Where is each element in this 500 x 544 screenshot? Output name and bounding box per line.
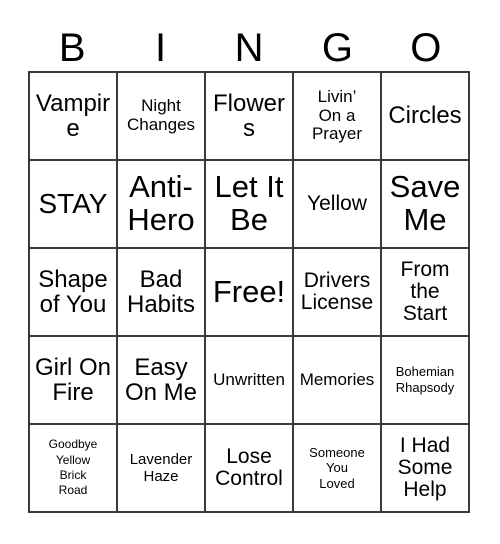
- bingo-cell-label: Lose Control: [215, 444, 283, 490]
- bingo-cell-r2c3[interactable]: Let It Be: [206, 161, 294, 249]
- bingo-cell-r1c4[interactable]: Livin’ On a Prayer: [294, 73, 382, 161]
- bingo-grid: Vampire Night Changes Flowers Livin’ On aP…: [28, 71, 470, 513]
- bingo-cell-label: Night Changes: [126, 96, 196, 134]
- bingo-cell-label: Vampire: [35, 89, 111, 142]
- bingo-cell-label: Bohemian Rhapsody: [395, 364, 455, 395]
- bingo-cell-r5c1[interactable]: Goodbye Yellow Brick Road: [30, 425, 118, 513]
- bingo-cell-label: Lavender Haze: [129, 450, 193, 485]
- bingo-cell-label: Circles: [388, 102, 462, 130]
- bingo-cell-r5c3[interactable]: Lose Control: [206, 425, 294, 513]
- bingo-cell-label: Unwritten: [213, 369, 285, 389]
- bingo-cell-r2c4[interactable]: Yellow: [294, 161, 382, 249]
- bingo-cell-label: Let It Be: [214, 169, 284, 237]
- bingo-cell-label: Livin’ On a Prayer: [311, 86, 363, 144]
- bingo-cell-r1c3[interactable]: Flowers: [206, 73, 294, 161]
- bingo-cell-r1c5[interactable]: Circles: [382, 73, 470, 161]
- bingo-cell-r4c3[interactable]: Unwritten: [206, 337, 294, 425]
- bingo-cell-label: Drivers License: [300, 268, 374, 314]
- bingo-header-letter-g: G: [321, 26, 353, 70]
- bingo-cell-r5c5[interactable]: I Had Some Help: [382, 425, 470, 513]
- bingo-cell-label: STAY: [38, 188, 108, 220]
- bingo-header-letter-o: O: [410, 26, 442, 70]
- bingo-cell-label: I Had Some Help: [397, 433, 453, 502]
- bingo-cell-label: Shape of You: [38, 265, 108, 318]
- bingo-cell-free-space[interactable]: Free!: [206, 249, 294, 337]
- bingo-cell-r5c2[interactable]: Lavender Haze: [118, 425, 206, 513]
- bingo-cell-label: From the Start: [400, 257, 450, 326]
- bingo-cell-r4c2[interactable]: Easy On Me: [118, 337, 206, 425]
- bingo-cell-r1c1[interactable]: Vampire: [30, 73, 118, 161]
- bingo-cell-label: Goodbye Yellow Brick Road: [48, 437, 98, 498]
- bingo-cell-label: Anti- Hero: [127, 169, 195, 237]
- bingo-cell-r4c5[interactable]: Bohemian Rhapsody: [382, 337, 470, 425]
- bingo-cell-label: Someone You Loved: [309, 444, 365, 491]
- bingo-cell-r5c4[interactable]: Someone You Loved: [294, 425, 382, 513]
- bingo-card: B I N G O Vampire Night Changes Flowers L…: [0, 0, 500, 544]
- bingo-cell-label: Save Me: [389, 169, 461, 237]
- bingo-cell-r3c1[interactable]: Shape of You: [30, 249, 118, 337]
- bingo-cell-r4c4[interactable]: Memories: [294, 337, 382, 425]
- bingo-cell-r2c2[interactable]: Anti- Hero: [118, 161, 206, 249]
- bingo-cell-r3c4[interactable]: Drivers License: [294, 249, 382, 337]
- bingo-cell-label: Memories: [299, 369, 375, 389]
- bingo-cell-r2c5[interactable]: Save Me: [382, 161, 470, 249]
- bingo-cell-r4c1[interactable]: Girl On Fire: [30, 337, 118, 425]
- bingo-cell-label: Girl On Fire: [34, 353, 111, 406]
- bingo-header-row: B I N G O: [28, 16, 470, 70]
- bingo-cell-label: Easy On Me: [124, 353, 198, 406]
- bingo-header-letter-b: B: [58, 26, 86, 70]
- bingo-cell-r2c1[interactable]: STAY: [30, 161, 118, 249]
- bingo-cell-r1c2[interactable]: Night Changes: [118, 73, 206, 161]
- bingo-header-letter-i: I: [155, 26, 167, 70]
- bingo-cell-r3c2[interactable]: Bad Habits: [118, 249, 206, 337]
- bingo-cell-label: Yellow: [307, 191, 367, 215]
- free-space-label: Free!: [212, 273, 286, 309]
- bingo-cell-r3c5[interactable]: From the Start: [382, 249, 470, 337]
- bingo-cell-label: Bad Habits: [126, 265, 196, 318]
- bingo-cell-label: Flowers: [212, 89, 285, 142]
- bingo-header-letter-n: N: [234, 26, 264, 70]
